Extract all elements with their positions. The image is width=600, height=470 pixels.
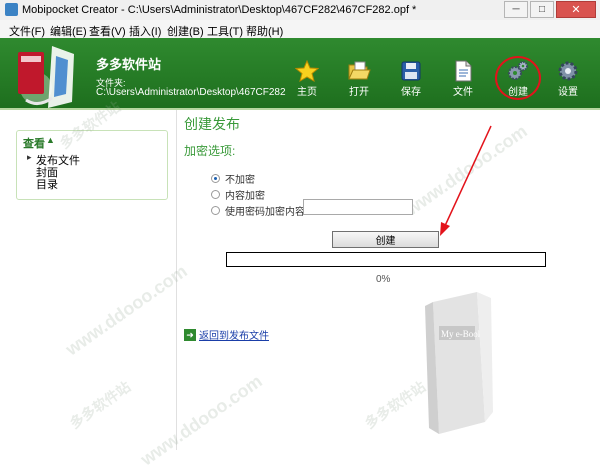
- toolbar-open-label: 打开: [349, 87, 369, 98]
- document-icon: [455, 60, 472, 82]
- maximize-button[interactable]: □: [530, 1, 554, 18]
- toolbar-settings-label: 设置: [558, 87, 578, 98]
- toolbar-settings-button[interactable]: 设置: [550, 60, 586, 102]
- floppy-disk-icon: [401, 61, 421, 81]
- menu-insert[interactable]: 插入(I): [129, 23, 161, 39]
- app-logo-icon: [18, 46, 74, 108]
- menu-build[interactable]: 创建(B): [167, 23, 204, 39]
- back-to-publish-label: 返回到发布文件: [199, 331, 269, 342]
- svg-text:My e-Book: My e-Book: [441, 329, 483, 339]
- option-password-encryption-label: 使用密码加密内容:: [225, 207, 308, 218]
- toolbar-home-label: 主页: [297, 87, 317, 98]
- option-content-encryption-label: 内容加密: [225, 191, 265, 202]
- toolbar-create-label: 创建: [508, 87, 528, 98]
- app-icon: [5, 3, 18, 16]
- gears-icon: [508, 61, 528, 80]
- window-title: Mobipocket Creator - C:\Users\Administra…: [22, 4, 417, 16]
- minimize-button[interactable]: ─: [504, 1, 528, 18]
- toolbar-save-label: 保存: [401, 87, 421, 98]
- folder-path: C:\Users\Administrator\Desktop\467CF282: [96, 87, 286, 98]
- window-controls: ─ □ ✕: [504, 1, 596, 18]
- title-bar: Mobipocket Creator - C:\Users\Administra…: [0, 0, 600, 20]
- watermark-text: www.ddooo.com: [401, 120, 531, 220]
- gear-icon: [558, 61, 578, 81]
- encryption-section-title: 加密选项:: [184, 144, 236, 158]
- star-icon: [295, 60, 319, 82]
- toolbar-create-button[interactable]: 创建: [500, 60, 536, 102]
- option-content-encryption[interactable]: 内容加密: [211, 187, 265, 202]
- brand-name: 多多软件站: [96, 57, 162, 72]
- radio-content-encryption[interactable]: [211, 190, 220, 199]
- option-password-encryption[interactable]: 使用密码加密内容:: [211, 203, 308, 218]
- watermark-brand: 多多软件站: [361, 378, 429, 432]
- menu-view[interactable]: 查看(V): [89, 23, 126, 39]
- create-button[interactable]: 创建: [332, 231, 439, 248]
- menu-help[interactable]: 帮助(H): [246, 23, 283, 39]
- nav-item-toc[interactable]: 目录: [36, 176, 58, 192]
- folder-open-icon: [348, 61, 371, 80]
- toolbar-file-label: 文件: [453, 87, 473, 98]
- menu-edit[interactable]: 编辑(E): [50, 23, 87, 39]
- radio-password-encryption[interactable]: [211, 206, 220, 215]
- password-input[interactable]: [303, 199, 413, 215]
- close-button[interactable]: ✕: [556, 1, 596, 18]
- radio-no-encryption[interactable]: [211, 174, 220, 183]
- page-title: 创建发布: [184, 116, 240, 132]
- toolbar-save-button[interactable]: 保存: [393, 60, 429, 102]
- back-to-publish-link[interactable]: ➜ 返回到发布文件: [184, 327, 269, 342]
- view-nav-title[interactable]: 查看: [23, 135, 45, 151]
- arrow-right-icon: ➜: [184, 328, 196, 341]
- option-no-encryption[interactable]: 不加密: [211, 171, 255, 186]
- toolbar-file-button[interactable]: 文件: [445, 60, 481, 102]
- progress-percent: 0%: [376, 274, 391, 285]
- ebook-illustration-icon: My e-Book: [425, 292, 493, 434]
- menu-file[interactable]: 文件(F): [9, 23, 45, 39]
- toolbar-open-button[interactable]: 打开: [341, 60, 377, 102]
- collapse-caret-icon[interactable]: ▲: [46, 135, 55, 145]
- menu-bar: 文件(F) 编辑(E) 查看(V) 插入(I) 创建(B) 工具(T) 帮助(H…: [0, 20, 600, 39]
- menu-tools[interactable]: 工具(T): [207, 23, 243, 39]
- option-no-encryption-label: 不加密: [225, 175, 255, 186]
- progress-bar: [226, 252, 546, 267]
- toolbar-home-button[interactable]: 主页: [289, 60, 325, 102]
